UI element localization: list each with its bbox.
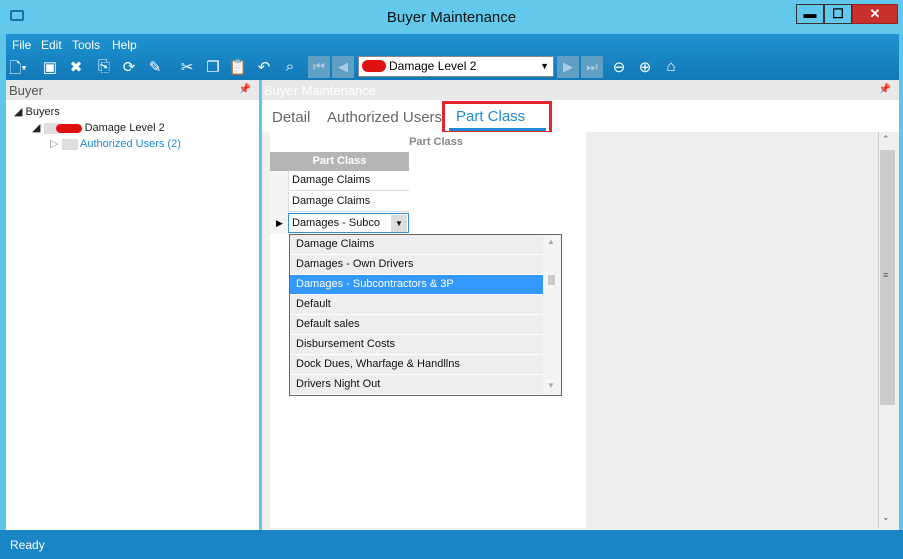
scroll-up-icon[interactable]: ▲: [547, 237, 555, 246]
tab-authorized-users[interactable]: Authorized Users: [327, 109, 442, 126]
status-bar: Ready: [0, 530, 903, 559]
copy-icon[interactable]: ❐: [203, 58, 223, 76]
buyer-panel-header: Buyer 📌: [6, 80, 259, 100]
chevron-down-icon[interactable]: ▼: [391, 215, 407, 232]
paste-icon[interactable]: 📋: [228, 58, 248, 76]
highlight-box: [442, 101, 552, 134]
vertical-scrollbar[interactable]: ⌃ ≡ ⌄: [878, 132, 896, 528]
minimize-button[interactable]: ▬: [796, 4, 824, 24]
maximize-button[interactable]: ☐: [824, 4, 852, 24]
menu-file[interactable]: File: [12, 38, 31, 52]
part-class-dropdown: Damage Claims Damages - Own Drivers Dama…: [289, 234, 562, 396]
dropdown-option[interactable]: Dock Dues, Wharfage & Handllns: [290, 355, 543, 375]
current-row-icon: ▶: [276, 218, 283, 228]
tab-detail[interactable]: Detail: [272, 109, 310, 126]
chevron-down-icon: ▼: [540, 61, 549, 71]
record-select-value: Damage Level 2: [389, 59, 477, 73]
tree-child[interactable]: ▷ Authorized Users (2): [50, 137, 181, 150]
window-title: Buyer Maintenance: [386, 9, 517, 26]
tree-child-label: Authorized Users (2): [79, 138, 181, 150]
dropdown-option-selected[interactable]: Damages - Subcontractors & 3P: [290, 275, 543, 295]
save-icon[interactable]: ▣: [40, 58, 60, 76]
part-class-content: Part Class Part Class Damage Claims Dama…: [270, 132, 586, 528]
folder-icon: [61, 138, 78, 150]
tree-root[interactable]: ◢ Buyers: [14, 105, 60, 118]
editor-value: Damages - Subco: [292, 217, 381, 229]
scroll-down-icon[interactable]: ▼: [547, 381, 555, 390]
dropdown-option[interactable]: Damage Claims: [290, 235, 543, 255]
dropdown-list: Damage Claims Damages - Own Drivers Dama…: [290, 235, 543, 395]
scroll-thumb[interactable]: ≡: [880, 150, 895, 405]
grid-header-part-class[interactable]: Part Class: [270, 152, 409, 171]
dropdown-option[interactable]: Drivers Night Out: [290, 375, 543, 395]
refresh-icon[interactable]: ⟳: [119, 58, 139, 76]
next-record-button[interactable]: ▶: [557, 56, 579, 78]
back-icon[interactable]: ⊖: [609, 58, 629, 76]
record-select[interactable]: Damage Level 2 ▼: [358, 56, 554, 77]
scroll-down-icon[interactable]: ⌄: [882, 512, 890, 523]
menu-help[interactable]: Help: [112, 38, 137, 52]
scroll-thumb[interactable]: [548, 275, 555, 285]
first-record-button[interactable]: ⏮: [308, 56, 330, 78]
cut-icon[interactable]: ✂: [177, 58, 197, 76]
redaction-mark: [55, 123, 82, 133]
status-text: Ready: [10, 538, 45, 552]
grip-icon: ≡: [883, 270, 889, 280]
grid-row[interactable]: Damage Claims: [288, 192, 409, 212]
close-button[interactable]: ✕: [852, 4, 898, 24]
dropdown-scrollbar[interactable]: ▲ ▼: [543, 235, 561, 395]
empty-area: [586, 132, 878, 528]
tree-root-label: Buyers: [25, 106, 60, 118]
home-icon[interactable]: ⌂: [661, 58, 681, 75]
clear-icon[interactable]: ✎: [145, 58, 165, 76]
grid-caption: Part Class: [409, 136, 463, 148]
attach-icon[interactable]: ⎘: [94, 58, 114, 75]
forward-icon[interactable]: ⊕: [635, 58, 655, 76]
buyer-panel: Buyer 📌 ◢ Buyers ◢ Damage Level 2 ▷ Auth…: [6, 80, 259, 530]
grid-row[interactable]: Damage Claims: [288, 171, 409, 191]
pin-icon[interactable]: 📌: [879, 84, 891, 95]
delete-icon[interactable]: ✖: [66, 58, 86, 76]
pin-icon[interactable]: 📌: [239, 84, 251, 95]
tree-node-label: Damage Level 2: [84, 122, 165, 134]
menu-edit[interactable]: Edit: [41, 38, 62, 52]
previous-record-button[interactable]: ◀: [332, 56, 354, 78]
part-class-cell-editor[interactable]: Damages - Subco ▼: [288, 213, 409, 233]
buyer-panel-title: Buyer: [9, 83, 43, 98]
dropdown-option[interactable]: Default: [290, 295, 543, 315]
dropdown-option[interactable]: Disbursement Costs: [290, 335, 543, 355]
maintenance-panel-title: Buyer Maintenance: [264, 83, 377, 98]
ribbon: File Edit Tools Help 🗋▾ ▣ ✖ ⎘ ⟳ ✎ ✂ ❐ 📋 …: [6, 34, 899, 80]
redaction-mark: [362, 60, 386, 72]
menu-tools[interactable]: Tools: [72, 38, 100, 52]
title-bar: Buyer Maintenance ▬ ☐ ✕: [0, 0, 903, 34]
maintenance-panel-header: Buyer Maintenance 📌: [262, 80, 899, 100]
scroll-up-icon[interactable]: ⌃: [882, 134, 890, 145]
dropdown-option[interactable]: Default sales: [290, 315, 543, 335]
tree-node[interactable]: ◢ Damage Level 2: [32, 121, 165, 134]
find-icon[interactable]: ⌕: [280, 58, 300, 75]
maintenance-panel: Buyer Maintenance 📌 Detail Authorized Us…: [262, 80, 899, 530]
undo-icon[interactable]: ↶: [254, 58, 274, 76]
dropdown-option[interactable]: Damages - Own Drivers: [290, 255, 543, 275]
last-record-button[interactable]: ⏭: [581, 56, 603, 78]
